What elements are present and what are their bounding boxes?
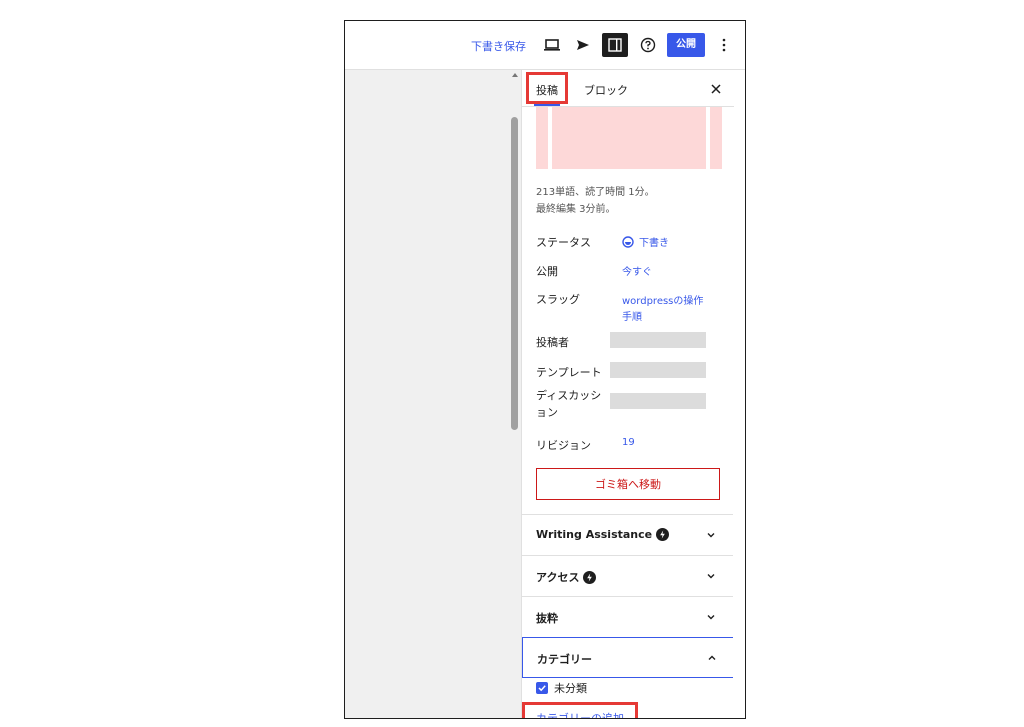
- status-label: ステータス: [536, 236, 591, 249]
- featured-image[interactable]: [536, 107, 722, 169]
- discussion-select[interactable]: [610, 393, 706, 409]
- send-icon[interactable]: [575, 37, 591, 53]
- settings-panel-icon[interactable]: [602, 33, 628, 57]
- help-icon[interactable]: [639, 36, 657, 54]
- close-icon[interactable]: [709, 81, 723, 95]
- sidebar-edge: [733, 70, 745, 718]
- add-category-link[interactable]: カテゴリーの追加: [536, 710, 624, 718]
- move-to-trash-button[interactable]: ゴミ箱へ移動: [536, 468, 720, 500]
- tab-block[interactable]: ブロック: [584, 82, 628, 98]
- editor-window: 下書き保存 公開 投稿 ブロック 213単語、読了時間 1分。 最終編集 3分前…: [344, 20, 746, 719]
- slug-value-line1[interactable]: wordpressの操作: [622, 292, 703, 307]
- writing-assistance-label: Writing Assistance: [536, 528, 653, 541]
- panel-excerpt[interactable]: 抜粋: [522, 596, 734, 637]
- scrollbar-thumb[interactable]: [511, 117, 518, 430]
- slug-value-line2[interactable]: 手順: [622, 308, 642, 323]
- revisions-value[interactable]: 19: [622, 437, 635, 448]
- access-label: アクセス: [536, 571, 580, 584]
- panel-access[interactable]: アクセス: [522, 555, 734, 596]
- settings-sidebar: 投稿 ブロック 213単語、読了時間 1分。 最終編集 3分前。 ステータス 下…: [521, 70, 734, 718]
- last-edited: 最終編集 3分前。: [536, 204, 616, 215]
- tab-post[interactable]: 投稿: [534, 82, 560, 106]
- discussion-label-line1: ディスカッシ: [536, 389, 602, 402]
- chevron-down-icon: [707, 615, 715, 620]
- discussion-label-line2: ョン: [536, 406, 558, 419]
- template-label: テンプレート: [536, 366, 602, 379]
- excerpt-title: 抜粋: [536, 612, 558, 625]
- template-select[interactable]: [610, 362, 706, 378]
- category-uncategorized[interactable]: 未分類: [536, 680, 587, 696]
- scroll-up-arrow-icon[interactable]: [512, 73, 518, 77]
- panel-writing-assistance[interactable]: Writing Assistance: [522, 514, 734, 555]
- author-select[interactable]: [610, 332, 706, 348]
- access-title: アクセス: [536, 569, 597, 585]
- writing-assistance-title: Writing Assistance: [536, 528, 670, 541]
- chevron-down-icon: [707, 574, 715, 579]
- chevron-up-icon: [708, 655, 716, 660]
- publish-label: 公開: [536, 265, 558, 278]
- status-value-text: 下書き: [639, 238, 669, 249]
- draft-status-icon: [622, 235, 634, 248]
- author-label: 投稿者: [536, 336, 569, 349]
- chevron-down-icon: [707, 533, 715, 538]
- save-draft-button[interactable]: 下書き保存: [471, 38, 526, 54]
- publish-button[interactable]: 公開: [667, 33, 705, 57]
- panel-category[interactable]: カテゴリー: [522, 637, 734, 678]
- category-uncategorized-label: 未分類: [554, 682, 587, 695]
- word-count: 213単語、読了時間 1分。: [536, 187, 655, 198]
- checkbox-checked-icon[interactable]: [536, 682, 548, 694]
- preview-icon[interactable]: [543, 37, 561, 53]
- revisions-label: リビジョン: [536, 439, 591, 452]
- more-icon[interactable]: [717, 35, 731, 55]
- bolt-icon: [656, 528, 670, 541]
- category-title: カテゴリー: [537, 653, 592, 666]
- editor-canvas[interactable]: [345, 70, 509, 718]
- publish-date-value[interactable]: 今すぐ: [622, 263, 652, 278]
- slug-label: スラッグ: [536, 293, 580, 306]
- sidebar-tabs: 投稿 ブロック: [522, 70, 734, 107]
- bolt-icon: [583, 570, 597, 584]
- status-value[interactable]: 下書き: [622, 234, 669, 249]
- editor-topbar: 下書き保存 公開: [345, 21, 745, 70]
